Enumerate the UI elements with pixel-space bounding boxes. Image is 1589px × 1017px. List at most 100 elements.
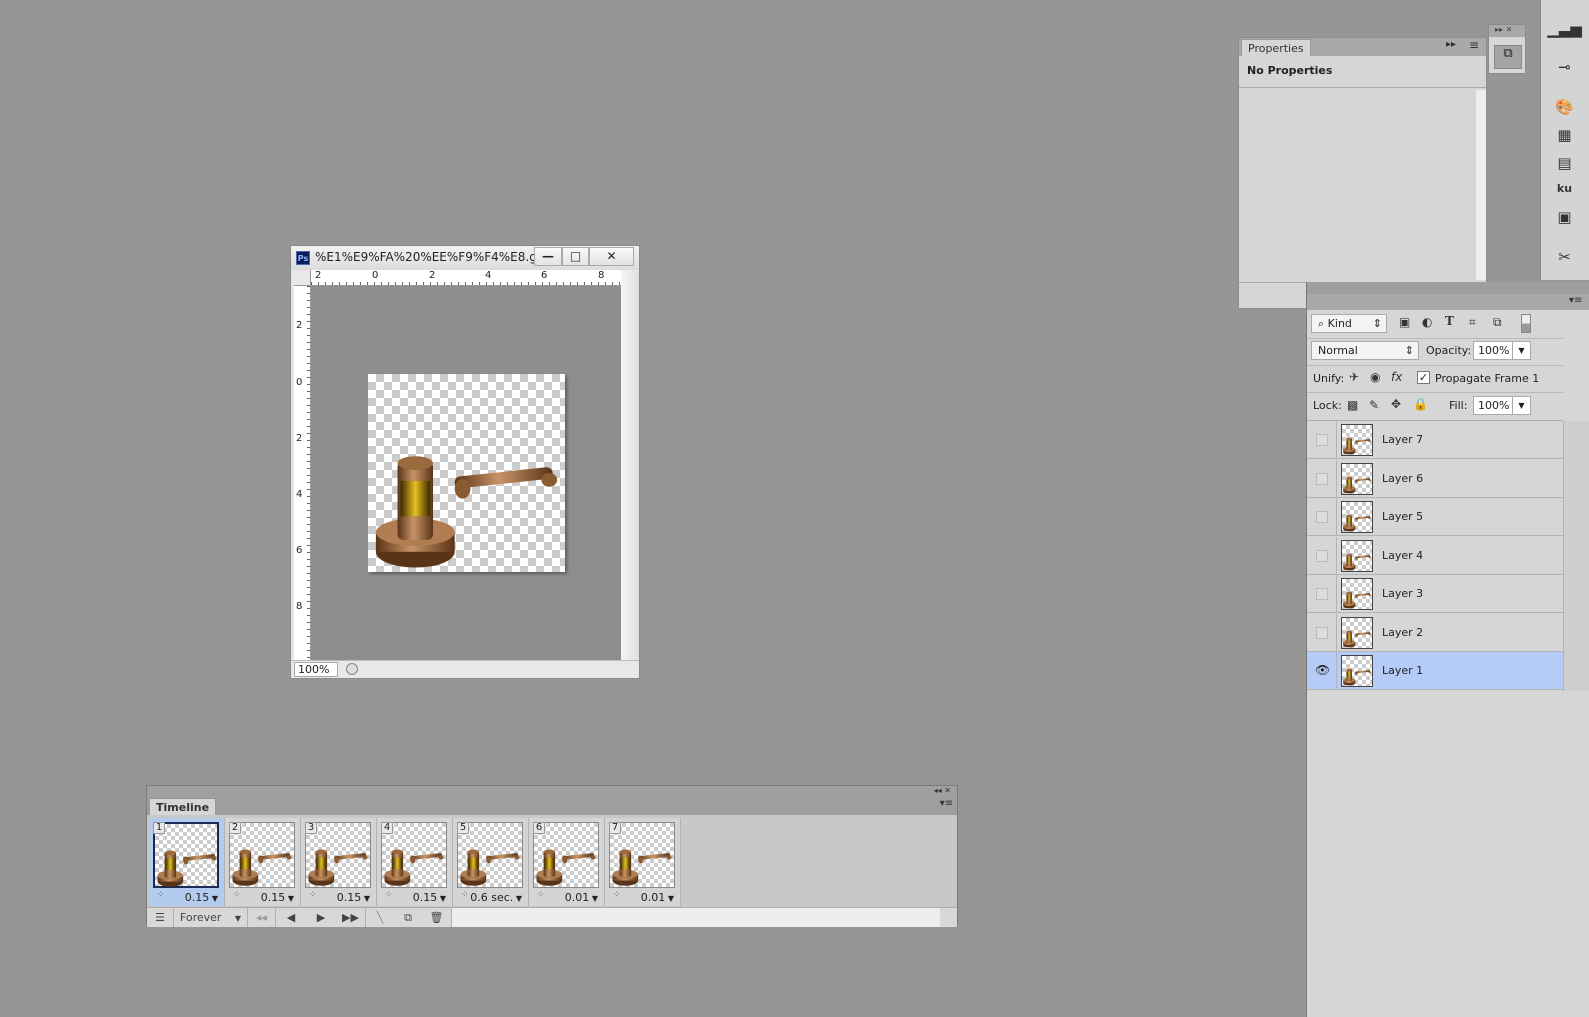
- vertical-ruler[interactable]: 2 0 2 4 6 8: [294, 286, 311, 660]
- convert-timeline-icon[interactable]: ☰: [147, 908, 174, 927]
- filter-pixel-icon[interactable]: ▣: [1399, 315, 1410, 329]
- lock-all-icon[interactable]: 🔒: [1413, 397, 1428, 411]
- visibility-toggle[interactable]: [1307, 459, 1337, 498]
- layer-row[interactable]: Layer 2: [1307, 613, 1563, 652]
- minimize-button[interactable]: —: [534, 247, 562, 266]
- filter-type-icon[interactable]: T: [1445, 314, 1454, 328]
- horizontal-ruler[interactable]: 2 0 2 4 6 8: [311, 270, 621, 286]
- document-window[interactable]: Ps %E1%E9%FA%20%EE%F9%F4%E8.gif ... — □ …: [290, 245, 640, 679]
- visibility-toggle[interactable]: [1307, 498, 1337, 536]
- frame-delay-select[interactable]: 0.15 ▼: [261, 891, 294, 904]
- lock-transparent-icon[interactable]: ▩: [1347, 398, 1358, 412]
- panel-menu-icon[interactable]: ▾≡: [940, 798, 953, 809]
- adjustments-icon[interactable]: ⊸: [1540, 58, 1589, 86]
- filter-shape-icon[interactable]: ⌗: [1469, 315, 1476, 330]
- unify-style-icon[interactable]: fx: [1391, 370, 1402, 384]
- visibility-box: [1316, 434, 1328, 446]
- disposal-icon[interactable]: ⁘: [461, 890, 469, 900]
- frame-delay-select[interactable]: 0.15 ▼: [337, 891, 370, 904]
- frame-delay-select[interactable]: 0.15 ▼: [413, 891, 446, 904]
- timeline-panel-header[interactable]: ◂◂ ✕: [147, 786, 957, 797]
- previous-frame-button[interactable]: ◀: [276, 908, 306, 927]
- animation-frame[interactable]: 5 ⁘ 0.6 sec. ▼: [453, 818, 529, 906]
- layers-panel: ▾≡ ⌕ Kind ⇕ ▣ ◐ T ⌗ ⧉ Normal ⇕ Opacity: 10…: [1306, 282, 1589, 1017]
- frame-delay-select[interactable]: 0.6 sec. ▼: [470, 891, 522, 904]
- layer-row[interactable]: 👁 Layer 1: [1307, 652, 1563, 690]
- unify-visibility-icon[interactable]: ◉: [1370, 370, 1380, 384]
- timeline-scrollbar[interactable]: [452, 908, 940, 927]
- document-title-bar[interactable]: Ps %E1%E9%FA%20%EE%F9%F4%E8.gif ... — □ …: [291, 246, 639, 270]
- disposal-icon[interactable]: ⁘: [613, 890, 621, 900]
- animation-frame[interactable]: 3 ⁘ 0.15 ▼: [301, 818, 377, 906]
- maximize-button[interactable]: □: [562, 247, 589, 266]
- animation-frame[interactable]: 7 ⁘ 0.01 ▼: [605, 818, 681, 906]
- notes-icon[interactable]: ▤: [1540, 154, 1589, 182]
- disposal-icon[interactable]: ⁘: [233, 890, 241, 900]
- layers-scrollbar[interactable]: [1563, 421, 1589, 691]
- next-frame-button[interactable]: ▶▶: [336, 908, 366, 927]
- image-canvas[interactable]: [368, 374, 565, 572]
- layers-panel-header[interactable]: [1307, 282, 1589, 294]
- propagate-checkbox[interactable]: ✓: [1417, 371, 1430, 384]
- animation-frame[interactable]: 2 ⁘ 0.15 ▼: [225, 818, 301, 906]
- zoom-field[interactable]: 100%: [294, 662, 338, 677]
- frame-delay-select[interactable]: 0.01 ▼: [565, 891, 598, 904]
- lock-paint-brush-icon[interactable]: ✎: [1369, 398, 1379, 412]
- tab-properties[interactable]: Properties: [1241, 39, 1311, 56]
- animation-frame[interactable]: 1 ⁘ 0.15 ▼: [149, 818, 225, 906]
- frame-delay-select[interactable]: 0.01 ▼: [641, 891, 674, 904]
- collapse-panel-icon[interactable]: ▸▸: [1446, 39, 1456, 50]
- disposal-icon[interactable]: ⁘: [157, 890, 165, 900]
- first-frame-button[interactable]: ◂◂: [248, 908, 276, 927]
- frame-delay: 0.15: [336, 891, 362, 904]
- histogram-icon[interactable]: ▁▃▅: [1540, 20, 1589, 48]
- panel-menu-icon[interactable]: ≡: [1469, 38, 1479, 52]
- visibility-toggle[interactable]: [1307, 536, 1337, 575]
- info-panel-icon[interactable]: ▣: [1540, 208, 1589, 236]
- visibility-toggle[interactable]: 👁: [1307, 652, 1337, 690]
- layer-row[interactable]: Layer 7: [1307, 421, 1563, 459]
- disposal-icon[interactable]: ⁘: [309, 890, 317, 900]
- frame-delay-select[interactable]: 0.15 ▼: [185, 891, 218, 904]
- animation-frame[interactable]: 4 ⁘ 0.15 ▼: [377, 818, 453, 906]
- styles-grid-icon[interactable]: ▦: [1540, 126, 1589, 154]
- collapsed-panel-header[interactable]: ▸▸ ✕: [1489, 25, 1525, 37]
- delete-frame-icon[interactable]: 🗑: [422, 908, 452, 927]
- kuler-icon[interactable]: ku: [1540, 182, 1589, 210]
- canvas-area[interactable]: [311, 286, 621, 660]
- play-button[interactable]: ▶: [306, 908, 336, 927]
- blend-mode-select[interactable]: Normal ⇕: [1311, 341, 1419, 360]
- vertical-scrollbar[interactable]: [621, 270, 639, 660]
- tab-timeline[interactable]: Timeline: [149, 798, 217, 815]
- layer-thumbnail: [1341, 616, 1373, 649]
- visibility-toggle[interactable]: [1307, 613, 1337, 652]
- tween-icon[interactable]: ╲: [366, 908, 394, 927]
- status-menu-icon[interactable]: [346, 663, 358, 675]
- visibility-toggle[interactable]: [1307, 421, 1337, 459]
- loop-select[interactable]: Forever ▼: [174, 908, 248, 927]
- layer-row[interactable]: Layer 3: [1307, 575, 1563, 613]
- lock-move-icon[interactable]: ✥: [1391, 397, 1401, 411]
- disposal-icon[interactable]: ⁘: [385, 890, 393, 900]
- disposal-icon[interactable]: ⁘: [537, 890, 545, 900]
- layer-row[interactable]: Layer 4: [1307, 536, 1563, 575]
- filter-toggle[interactable]: [1521, 314, 1531, 333]
- filter-smartobject-icon[interactable]: ⧉: [1493, 315, 1502, 330]
- panel-menu-icon[interactable]: ▾≡: [1569, 295, 1582, 306]
- swatches-palette-icon[interactable]: 🎨: [1540, 98, 1589, 126]
- duplicate-frame-icon[interactable]: ⧉: [394, 908, 422, 927]
- tool-presets-icon[interactable]: ✂: [1540, 248, 1589, 276]
- animation-frame[interactable]: 6 ⁘ 0.01 ▼: [529, 818, 605, 906]
- opacity-field[interactable]: 100% ▼: [1473, 341, 1531, 360]
- layer-row[interactable]: Layer 6: [1307, 459, 1563, 498]
- filter-adjustment-icon[interactable]: ◐: [1422, 315, 1432, 329]
- properties-scrollbar[interactable]: [1476, 90, 1486, 280]
- ruler-origin[interactable]: [294, 270, 311, 286]
- 3d-panel-icon[interactable]: ⧉: [1494, 45, 1522, 69]
- unify-position-icon[interactable]: ✈: [1349, 370, 1359, 384]
- fill-field[interactable]: 100% ▼: [1473, 396, 1531, 415]
- close-button[interactable]: ✕: [589, 247, 634, 266]
- filter-kind-select[interactable]: ⌕ Kind ⇕: [1311, 314, 1387, 333]
- visibility-toggle[interactable]: [1307, 575, 1337, 613]
- layer-row[interactable]: Layer 5: [1307, 498, 1563, 536]
